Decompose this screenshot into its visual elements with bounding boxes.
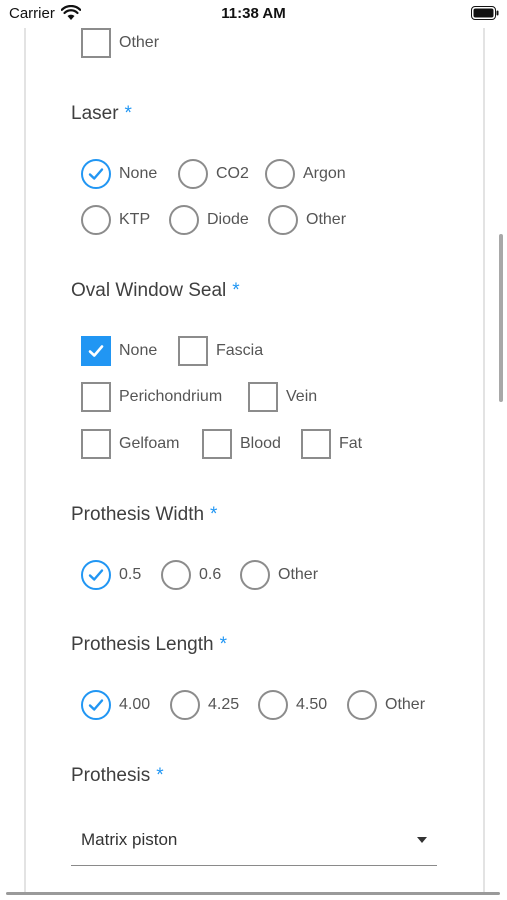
- radio-unselected[interactable]: [161, 560, 191, 590]
- checkbox-label: Fat: [339, 435, 363, 452]
- seal-option-fat[interactable]: Fat: [301, 429, 362, 459]
- battery-icon: [471, 6, 499, 20]
- width-option-other[interactable]: Other: [240, 560, 318, 590]
- checkbox-box[interactable]: [248, 382, 278, 412]
- oval-window-seal-title: Oval Window Seal *: [71, 280, 240, 302]
- laser-title-text: Laser: [71, 103, 119, 124]
- laser-option-ktp[interactable]: KTP: [81, 205, 150, 235]
- radio-unselected[interactable]: [178, 159, 208, 189]
- required-marker: *: [219, 634, 227, 655]
- radio-label: Other: [306, 211, 347, 228]
- required-marker: *: [210, 504, 218, 525]
- radio-selected[interactable]: [81, 159, 111, 189]
- seal-option-fascia[interactable]: Fascia: [178, 336, 263, 366]
- seal-option-none[interactable]: None: [81, 336, 157, 366]
- radio-unselected[interactable]: [265, 159, 295, 189]
- prothesis-dropdown[interactable]: Matrix piston: [71, 818, 437, 866]
- radio-label: Argon: [303, 165, 346, 182]
- card-border-right: [483, 28, 485, 894]
- laser-title: Laser *: [71, 103, 132, 125]
- card-border-left: [24, 28, 26, 894]
- required-marker: *: [232, 280, 240, 301]
- radio-label: 4.25: [208, 696, 240, 713]
- radio-label: KTP: [119, 211, 151, 228]
- radio-label: Diode: [207, 211, 249, 228]
- laser-option-argon[interactable]: Argon: [265, 159, 346, 189]
- clock: 11:38 AM: [221, 5, 286, 22]
- checkbox-label: Other: [119, 34, 160, 51]
- scrollbar[interactable]: [499, 234, 503, 402]
- radio-unselected[interactable]: [170, 690, 200, 720]
- laser-option-diode[interactable]: Diode: [169, 205, 249, 235]
- required-marker: *: [124, 103, 132, 124]
- required-marker: *: [156, 765, 164, 786]
- checkbox-box[interactable]: [81, 382, 111, 412]
- prothesis-width-title: Prothesis Width *: [71, 504, 217, 526]
- radio-label: 0.5: [119, 566, 142, 583]
- length-option-4-50[interactable]: 4.50: [258, 690, 327, 720]
- laser-option-none[interactable]: None: [81, 159, 157, 189]
- checkbox-label: Gelfoam: [119, 435, 180, 452]
- radio-unselected[interactable]: [347, 690, 377, 720]
- checkbox-label: Fascia: [216, 342, 264, 359]
- checkbox-box[interactable]: [301, 429, 331, 459]
- checkbox-box[interactable]: [81, 28, 111, 58]
- checkbox-label: Perichondrium: [119, 388, 223, 405]
- laser-option-co2[interactable]: CO2: [178, 159, 249, 189]
- prothesis-title-text: Prothesis: [71, 765, 151, 786]
- width-option-0-6[interactable]: 0.6: [161, 560, 221, 590]
- seal-option-gelfoam[interactable]: Gelfoam: [81, 429, 179, 459]
- radio-label: 4.00: [119, 696, 151, 713]
- radio-label: Other: [278, 566, 319, 583]
- radio-label: CO2: [216, 165, 249, 182]
- check-icon: [88, 569, 104, 581]
- check-icon: [88, 345, 104, 357]
- check-icon: [88, 168, 104, 180]
- check-icon: [88, 699, 104, 711]
- length-option-other[interactable]: Other: [347, 690, 425, 720]
- status-bar: Carrier 11:38 AM: [0, 0, 507, 28]
- radio-unselected[interactable]: [169, 205, 199, 235]
- radio-unselected[interactable]: [258, 690, 288, 720]
- seal-option-perichondrium[interactable]: Perichondrium: [81, 382, 222, 412]
- caret-down-icon: [417, 837, 427, 843]
- dropdown-value: Matrix piston: [81, 830, 178, 849]
- radio-unselected[interactable]: [240, 560, 270, 590]
- radio-selected[interactable]: [81, 560, 111, 590]
- laser-option-other[interactable]: Other: [268, 205, 346, 235]
- checkbox-checked[interactable]: [81, 336, 111, 366]
- checkbox-box[interactable]: [81, 429, 111, 459]
- radio-label: 0.6: [199, 566, 222, 583]
- prothesis-title: Prothesis *: [71, 765, 164, 787]
- checkbox-other-previous[interactable]: Other: [81, 28, 159, 58]
- prothesis-length-title-text: Prothesis Length: [71, 634, 214, 655]
- checkbox-label: Vein: [286, 388, 318, 405]
- width-option-0-5[interactable]: 0.5: [81, 560, 141, 590]
- radio-unselected[interactable]: [81, 205, 111, 235]
- radio-label: None: [119, 165, 158, 182]
- prothesis-length-title: Prothesis Length *: [71, 634, 227, 656]
- oval-window-seal-title-text: Oval Window Seal: [71, 280, 227, 301]
- radio-label: Other: [385, 696, 426, 713]
- radio-unselected[interactable]: [268, 205, 298, 235]
- seal-option-vein[interactable]: Vein: [248, 382, 317, 412]
- checkbox-label: Blood: [240, 435, 281, 452]
- length-option-4-00[interactable]: 4.00: [81, 690, 150, 720]
- radio-selected[interactable]: [81, 690, 111, 720]
- prothesis-width-title-text: Prothesis Width: [71, 504, 205, 525]
- seal-option-blood[interactable]: Blood: [202, 429, 281, 459]
- checkbox-box[interactable]: [202, 429, 232, 459]
- length-option-4-25[interactable]: 4.25: [170, 690, 239, 720]
- checkbox-box[interactable]: [178, 336, 208, 366]
- checkbox-label: None: [119, 342, 158, 359]
- radio-label: 4.50: [296, 696, 328, 713]
- bottom-divider: [6, 892, 500, 895]
